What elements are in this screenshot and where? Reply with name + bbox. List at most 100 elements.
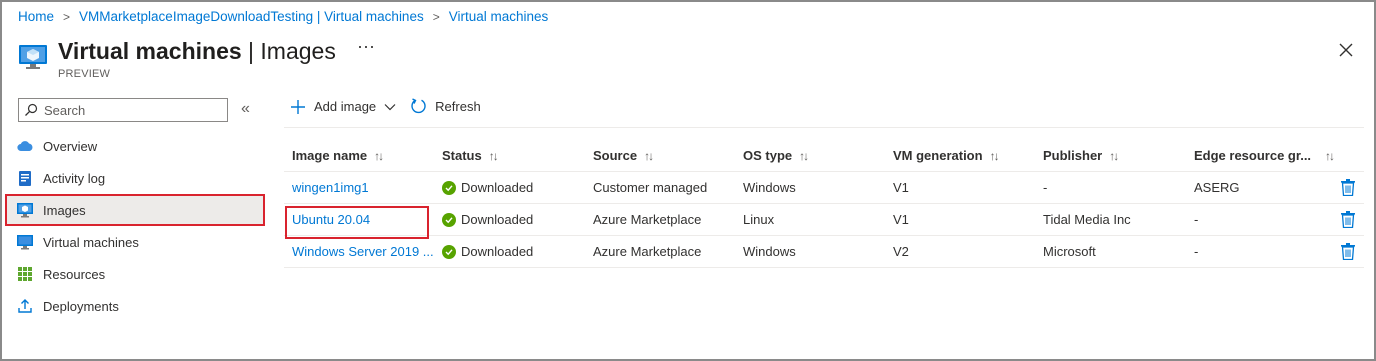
sort-icon[interactable]: ↑↓ <box>1325 149 1335 163</box>
publisher-cell: Tidal Media Inc <box>1043 212 1131 227</box>
source-cell: Azure Marketplace <box>593 212 702 227</box>
os-type-cell: Linux <box>743 212 775 227</box>
page-subtitle: PREVIEW <box>58 68 111 80</box>
chevron-right-icon: > <box>432 9 440 24</box>
status-text: Downloaded <box>461 212 534 227</box>
page-header: Virtual machines | Images PREVIEW <box>18 38 336 80</box>
status-text: Downloaded <box>461 244 534 259</box>
plus-icon <box>291 99 305 114</box>
sidebar-item-images[interactable]: Images <box>5 194 265 226</box>
refresh-icon <box>411 98 426 114</box>
sidebar-item-resources[interactable]: Resources <box>5 258 265 290</box>
collapse-sidebar-button[interactable]: « <box>241 100 250 118</box>
os-type-cell: Windows <box>743 180 796 195</box>
sidebar-item-label: Virtual machines <box>43 234 139 250</box>
column-header-publisher[interactable]: Publisher ↑↓ <box>1035 148 1186 163</box>
sort-icon: ↑↓ <box>374 148 384 163</box>
column-header-status[interactable]: Status ↑↓ <box>434 148 585 163</box>
delete-icon[interactable] <box>1341 179 1355 196</box>
upload-icon <box>17 298 33 314</box>
vm-generation-cell: V1 <box>893 212 909 227</box>
title-separator: | <box>241 38 261 64</box>
add-image-button[interactable]: Add image <box>290 99 396 115</box>
add-image-label: Add image <box>314 99 377 114</box>
activity-log-icon <box>17 170 33 186</box>
source-cell: Azure Marketplace <box>593 244 702 259</box>
vm-generation-cell: V2 <box>893 244 909 259</box>
column-header-image-name[interactable]: Image name ↑↓ <box>284 148 434 163</box>
check-circle-icon <box>442 244 456 259</box>
table-row[interactable]: wingen1img1 Downloaded Customer managed … <box>284 172 1364 204</box>
column-header-os-type[interactable]: OS type ↑↓ <box>735 148 885 163</box>
edge-resource-group-cell: ASERG <box>1194 180 1240 195</box>
search-box[interactable] <box>18 98 228 122</box>
virtual-machine-icon <box>19 45 47 69</box>
monitor-icon <box>17 234 33 250</box>
os-type-cell: Windows <box>743 244 796 259</box>
status-text: Downloaded <box>461 180 534 195</box>
search-input[interactable] <box>44 102 214 118</box>
column-label: Image name <box>292 148 368 163</box>
chevron-down-icon <box>384 103 396 110</box>
publisher-cell: Microsoft <box>1043 244 1096 259</box>
publisher-cell: - <box>1043 180 1048 195</box>
title-main: Virtual machines <box>58 38 242 64</box>
column-label: VM generation <box>893 148 983 163</box>
column-label: Status <box>442 148 482 163</box>
grid-icon <box>17 266 33 282</box>
breadcrumb: Home > VMMarketplaceImageDownloadTesting… <box>18 9 548 24</box>
refresh-button[interactable]: Refresh <box>410 98 481 115</box>
title-sub: Images <box>260 38 336 64</box>
sidebar-item-label: Overview <box>43 138 98 154</box>
sidebar-item-label: Resources <box>43 266 106 282</box>
check-circle-icon <box>442 212 456 227</box>
selection-highlight <box>285 206 429 239</box>
check-circle-icon <box>442 180 456 195</box>
delete-icon[interactable] <box>1341 211 1355 228</box>
sidebar-item-deployments[interactable]: Deployments <box>5 290 265 322</box>
sidebar-item-label: Activity log <box>43 170 106 186</box>
column-header-source[interactable]: Source ↑↓ <box>585 148 735 163</box>
image-icon <box>17 202 33 218</box>
column-label: Edge resource gr... <box>1194 148 1312 163</box>
sort-icon: ↑↓ <box>989 148 1000 163</box>
sidebar-item-activity-log[interactable]: Activity log <box>5 162 265 194</box>
column-label: Source <box>593 148 638 163</box>
sort-icon: ↑↓ <box>799 148 809 163</box>
chevron-right-icon: > <box>63 9 71 24</box>
divider <box>284 127 1364 128</box>
image-name-link[interactable]: wingen1img1 <box>292 180 369 195</box>
sort-icon: ↑↓ <box>1109 148 1119 163</box>
column-label: OS type <box>743 148 793 163</box>
sidebar-nav: Overview Activity log Images Virtual mac… <box>5 130 265 322</box>
table-row[interactable]: Ubuntu 20.04 Downloaded Azure Marketplac… <box>284 204 1364 236</box>
breadcrumb-resource[interactable]: VMMarketplaceImageDownloadTesting | Virt… <box>79 9 424 24</box>
search-icon <box>25 103 38 116</box>
breadcrumb-home[interactable]: Home <box>18 9 54 24</box>
sort-icon: ↑↓ <box>644 148 654 163</box>
image-name-link[interactable]: Windows Server 2019 ... <box>292 244 434 259</box>
page-title: Virtual machines | Images <box>58 38 336 64</box>
edge-resource-group-cell: - <box>1194 212 1199 227</box>
cloud-icon <box>17 138 33 154</box>
command-bar: Add image Refresh <box>290 98 495 115</box>
close-icon[interactable] <box>1337 41 1355 59</box>
table-row[interactable]: Windows Server 2019 ... Downloaded Azure… <box>284 236 1364 268</box>
breadcrumb-virtual-machines[interactable]: Virtual machines <box>449 9 549 24</box>
delete-icon[interactable] <box>1341 243 1355 260</box>
column-header-edge-resource-group[interactable]: Edge resource gr... <box>1186 148 1316 163</box>
sidebar-item-label: Images <box>43 202 86 218</box>
images-table: Image name ↑↓ Status ↑↓ Source ↑↓ OS type ↑↓… <box>284 140 1364 268</box>
sidebar-item-label: Deployments <box>43 298 119 314</box>
edge-resource-group-cell: - <box>1194 244 1199 259</box>
column-header-vm-generation[interactable]: VM generation ↑↓ <box>885 148 1035 163</box>
vm-generation-cell: V1 <box>893 180 909 195</box>
table-header: Image name ↑↓ Status ↑↓ Source ↑↓ OS type ↑↓… <box>284 140 1364 172</box>
source-cell: Customer managed <box>593 180 708 195</box>
column-label: Publisher <box>1043 148 1103 163</box>
sidebar-item-overview[interactable]: Overview <box>5 130 265 162</box>
sort-icon: ↑↓ <box>488 148 499 163</box>
refresh-label: Refresh <box>435 99 481 114</box>
sidebar-item-virtual-machines[interactable]: Virtual machines <box>5 226 265 258</box>
more-options-button[interactable]: ··· <box>357 36 375 57</box>
